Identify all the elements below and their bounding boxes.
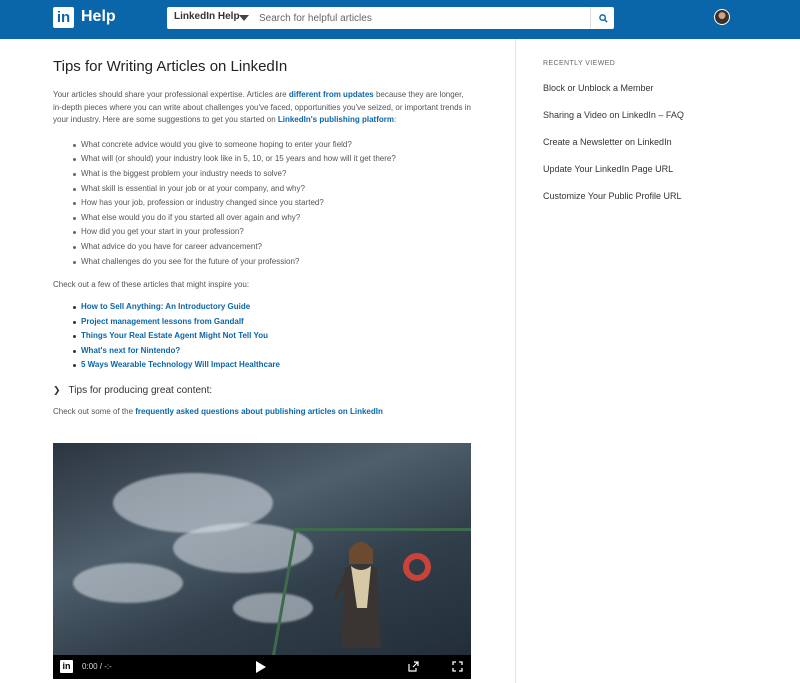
video-time: 0:00 / -:- (82, 662, 112, 671)
article-content: Tips for Writing Articles on LinkedIn Yo… (53, 58, 473, 427)
list-item: What advice do you have for career advan… (73, 240, 473, 255)
faq-link[interactable]: frequently asked questions about publish… (135, 407, 383, 416)
video-frame-lifebuoy (403, 553, 431, 581)
top-navigation-bar: in Help LinkedIn Help (0, 0, 800, 39)
article-link[interactable]: How to Sell Anything: An Introductory Gu… (81, 302, 250, 311)
recent-item-profile-url[interactable]: Customize Your Public Profile URL (543, 190, 783, 203)
chevron-right-icon: ❯ (53, 384, 61, 395)
caret-down-icon[interactable] (239, 15, 249, 21)
recently-viewed-sidebar: RECENTLY VIEWED Block or Unblock a Membe… (543, 60, 783, 217)
inspire-text: Check out a few of these articles that m… (53, 280, 250, 290)
list-item: What challenges do you see for the futur… (73, 255, 473, 270)
list-item: Things Your Real Estate Agent Might Not … (73, 329, 473, 344)
list-item: How did you get your start in your profe… (73, 225, 473, 240)
recent-item-page-url[interactable]: Update Your LinkedIn Page URL (543, 163, 783, 176)
search-icon (599, 14, 608, 23)
recent-item-video-faq[interactable]: Sharing a Video on LinkedIn – FAQ (543, 109, 783, 122)
article-link[interactable]: Project management lessons from Gandalf (81, 317, 244, 326)
tips-toggle-label: Tips for producing great content: (68, 384, 213, 396)
article-link[interactable]: Things Your Real Estate Agent Might Not … (81, 331, 268, 340)
article-intro: Your articles should share your professi… (53, 89, 473, 127)
search-box: LinkedIn Help (167, 7, 614, 29)
search-input[interactable] (259, 9, 579, 27)
video-player[interactable]: in 0:00 / -:- (53, 443, 471, 679)
list-item: What will (or should) your industry look… (73, 152, 473, 167)
list-item: How has your job, profession or industry… (73, 196, 473, 211)
question-list: What concrete advice would you give to s… (73, 138, 473, 269)
column-divider (515, 39, 516, 683)
faq-prefix: Check out some of the (53, 406, 136, 416)
list-item: How to Sell Anything: An Introductory Gu… (73, 300, 473, 315)
list-item: What skill is essential in your job or a… (73, 182, 473, 197)
help-brand-label[interactable]: Help (81, 8, 116, 26)
video-frame-wave (73, 563, 183, 603)
article-link[interactable]: 5 Ways Wearable Technology Will Impact H… (81, 360, 280, 369)
search-button[interactable] (590, 7, 614, 29)
video-control-bar: in 0:00 / -:- (53, 655, 471, 679)
recent-item-block-member[interactable]: Block or Unblock a Member (543, 82, 783, 95)
tips-toggle[interactable]: ❯ Tips for producing great content: (53, 385, 473, 396)
publishing-platform-link[interactable]: LinkedIn's publishing platform (278, 115, 394, 124)
share-icon[interactable] (408, 661, 419, 672)
sidebar-heading: RECENTLY VIEWED (543, 60, 616, 67)
list-item: Project management lessons from Gandalf (73, 315, 473, 330)
article-link[interactable]: What's next for Nintendo? (81, 346, 180, 355)
article-title: Tips for Writing Articles on LinkedIn (53, 58, 288, 75)
intro-text-3: : (393, 115, 397, 125)
list-item: What concrete advice would you give to s… (73, 138, 473, 153)
play-icon[interactable] (256, 661, 266, 673)
fullscreen-icon[interactable] (452, 661, 463, 672)
video-frame-person (333, 542, 381, 648)
different-from-updates-link[interactable]: different from updates (289, 90, 374, 99)
user-avatar[interactable] (714, 9, 730, 25)
list-item: What is the biggest problem your industr… (73, 167, 473, 182)
search-scope-dropdown[interactable]: LinkedIn Help (174, 11, 240, 22)
intro-text-1: Your articles should share your professi… (53, 90, 289, 99)
linkedin-logo-icon[interactable]: in (53, 7, 74, 28)
inspire-article-list: How to Sell Anything: An Introductory Gu… (73, 300, 473, 373)
recent-item-newsletter[interactable]: Create a Newsletter on LinkedIn (543, 136, 783, 149)
list-item: 5 Ways Wearable Technology Will Impact H… (73, 358, 473, 373)
list-item: What else would you do if you started al… (73, 211, 473, 226)
linkedin-video-logo-icon: in (60, 660, 73, 673)
faq-text: Check out some of the frequently asked q… (53, 407, 473, 416)
list-item: What's next for Nintendo? (73, 344, 473, 359)
